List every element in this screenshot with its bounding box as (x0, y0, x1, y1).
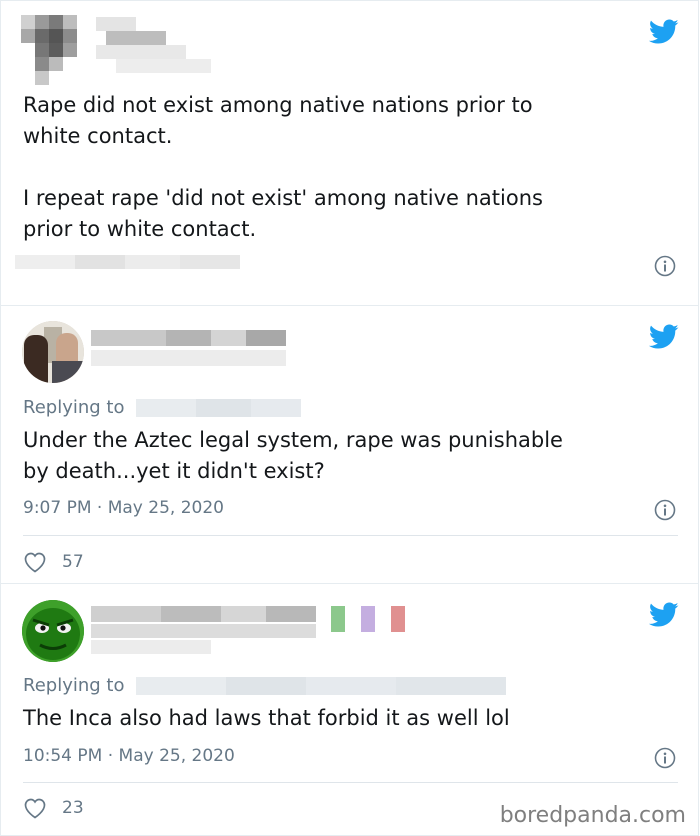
heart-icon[interactable] (23, 551, 47, 573)
blurred-username (91, 328, 291, 378)
replying-to-label: Replying to (23, 675, 125, 696)
tweet-card-1: Rape did not exist among native nations … (0, 0, 699, 306)
tweet-timestamp[interactable]: 9:07 PM · May 25, 2020 (23, 498, 224, 518)
avatar[interactable] (22, 321, 84, 383)
blurred-avatar (21, 15, 91, 85)
twitter-bird-icon[interactable] (649, 324, 679, 350)
like-count: 23 (62, 798, 84, 818)
blurred-timestamp (15, 253, 245, 273)
info-icon[interactable] (654, 499, 676, 521)
heart-icon[interactable] (23, 797, 47, 819)
watermark: boredpanda.com (499, 803, 686, 828)
blurred-username (96, 15, 216, 77)
twitter-bird-icon[interactable] (649, 602, 679, 628)
blurred-reply-handle[interactable] (136, 677, 516, 697)
avatar[interactable] (22, 600, 84, 662)
info-icon[interactable] (654, 255, 676, 277)
tweet-text: The Inca also had laws that forbid it as… (23, 706, 510, 730)
divider (23, 782, 678, 783)
tweet-text: Rape did not exist among native nations … (23, 93, 543, 241)
like-count: 57 (62, 552, 84, 572)
tweet-card-2: Replying to Under the Aztec legal system… (0, 305, 699, 584)
twitter-bird-icon[interactable] (649, 19, 679, 45)
replying-to-label: Replying to (23, 397, 125, 418)
blurred-reply-handle[interactable] (136, 399, 306, 419)
tweet-card-3: Replying to The Inca also had laws that … (0, 583, 699, 836)
divider (23, 535, 678, 536)
info-icon[interactable] (654, 747, 676, 769)
tweet-timestamp[interactable]: 10:54 PM · May 25, 2020 (23, 746, 235, 766)
blurred-username (91, 604, 431, 656)
tweet-text: Under the Aztec legal system, rape was p… (23, 428, 563, 483)
